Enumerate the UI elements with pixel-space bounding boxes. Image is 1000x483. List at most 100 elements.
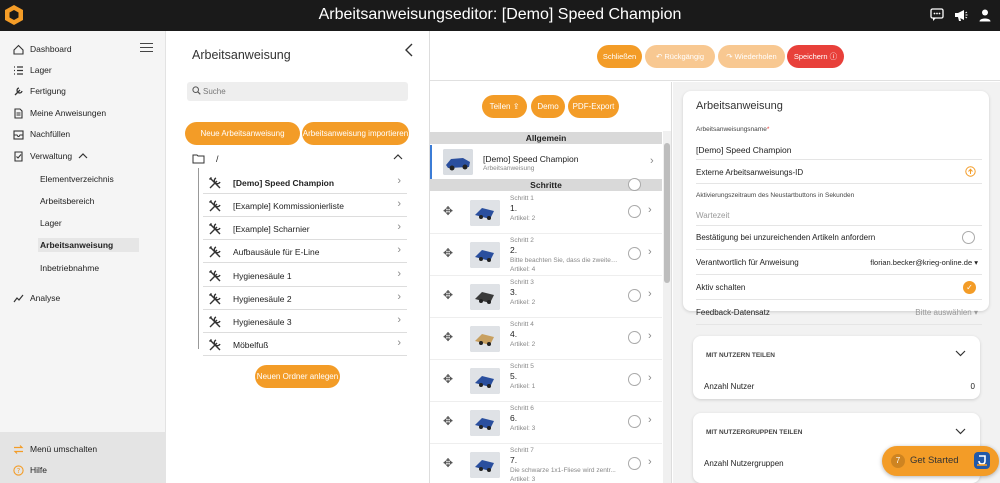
chevron-down-icon[interactable] bbox=[955, 428, 966, 437]
step-row[interactable]: ✥ Schritt 5 5. Artikel: 1 › bbox=[430, 360, 662, 402]
drag-handle-icon[interactable]: ✥ bbox=[443, 288, 453, 302]
drag-handle-icon[interactable]: ✥ bbox=[443, 414, 453, 428]
tree-item[interactable]: Hygienesäule 2 › bbox=[203, 287, 407, 310]
responsible-row[interactable]: Verantwortlich für Anweisung florian.bec… bbox=[696, 250, 982, 275]
sidebar-subitem-lager[interactable]: Lager bbox=[38, 216, 64, 230]
sidebar-item-analyse[interactable]: Analyse bbox=[12, 291, 60, 305]
sidebar-item-label: Lager bbox=[30, 65, 52, 75]
users-count-value: 0 bbox=[970, 382, 975, 391]
step-row[interactable]: ✥ Schritt 6 6. Artikel: 3 › bbox=[430, 402, 662, 444]
help-button[interactable]: ? Hilfe bbox=[12, 463, 47, 477]
step-row[interactable]: ✥ Schritt 7 7. Die schwarze 1x1-Fliese wird… bbox=[430, 444, 662, 483]
drag-handle-icon[interactable]: ✥ bbox=[443, 330, 453, 344]
switch-menu-button[interactable]: Menü umschalten bbox=[12, 442, 97, 456]
tree-item[interactable]: [Demo] Speed Champion › bbox=[203, 171, 407, 194]
import-instruction-button[interactable]: Arbeitsanweisung importieren bbox=[302, 122, 409, 145]
chevron-left-icon[interactable] bbox=[404, 43, 413, 62]
wrench-icon bbox=[12, 85, 24, 97]
undo-button[interactable]: ↶ Rückgängig bbox=[645, 45, 715, 68]
step-select-radio[interactable] bbox=[628, 373, 641, 386]
tree-item[interactable]: [Example] Scharnier › bbox=[203, 217, 407, 240]
demo-button[interactable]: Demo bbox=[531, 95, 565, 118]
external-id-row[interactable]: Externe Arbeitsanweisungs-ID bbox=[696, 162, 982, 184]
step-select-radio[interactable] bbox=[628, 331, 641, 344]
assistant-logo-icon bbox=[974, 452, 990, 469]
step-select-radio[interactable] bbox=[628, 457, 641, 470]
caret-down-icon: ▾ bbox=[974, 258, 978, 267]
upload-icon[interactable] bbox=[965, 166, 976, 179]
sidebar-item-lager[interactable]: Lager bbox=[12, 63, 52, 77]
sidebar-subitem-elementverzeichnis[interactable]: Elementverzeichnis bbox=[38, 172, 116, 186]
select-all-radio[interactable] bbox=[628, 178, 641, 191]
get-started-button[interactable]: 7 Get Started bbox=[882, 446, 999, 476]
megaphone-icon[interactable] bbox=[954, 8, 968, 22]
save-button[interactable]: Speichern ⓘ bbox=[787, 45, 844, 68]
sidebar-item-dashboard[interactable]: Dashboard bbox=[12, 42, 72, 56]
chat-icon[interactable] bbox=[930, 8, 944, 22]
chevron-up-icon[interactable] bbox=[393, 153, 403, 162]
tree-item-label: [Demo] Speed Champion bbox=[233, 178, 335, 188]
tree-item[interactable]: Hygienesäule 1 › bbox=[203, 264, 407, 287]
drag-handle-icon[interactable]: ✥ bbox=[443, 204, 453, 218]
active-checkbox[interactable]: ✓ bbox=[963, 281, 976, 294]
tree-item[interactable]: [Example] Kommissionierliste › bbox=[203, 194, 407, 217]
feedback-select[interactable]: Bitte auswählen ▾ bbox=[915, 308, 978, 317]
step-article-count: Artikel: 3 bbox=[510, 425, 536, 432]
chevron-up-icon[interactable] bbox=[78, 151, 88, 161]
step-row[interactable]: ✥ Schritt 3 3. Artikel: 2 › bbox=[430, 276, 662, 318]
step-row[interactable]: ✥ Schritt 2 2. Bitte beachten Sie, dass die… bbox=[430, 234, 662, 276]
pdf-export-button[interactable]: PDF-Export bbox=[568, 95, 619, 118]
sidebar-item-fertigung[interactable]: Fertigung bbox=[12, 84, 66, 98]
step-row[interactable]: ✥ Schritt 4 4. Artikel: 2 › bbox=[430, 318, 662, 360]
step-select-radio[interactable] bbox=[628, 289, 641, 302]
drag-handle-icon[interactable]: ✥ bbox=[443, 372, 453, 386]
feedback-row[interactable]: Feedback-Datensatz Bitte auswählen ▾ bbox=[696, 300, 982, 325]
folder-label: / bbox=[216, 154, 219, 164]
step-select-radio[interactable] bbox=[628, 205, 641, 218]
search-input[interactable]: Suche bbox=[187, 82, 408, 101]
user-icon[interactable] bbox=[978, 8, 992, 22]
step-thumbnail bbox=[470, 200, 500, 226]
share-button[interactable]: Teilen ⇪ bbox=[482, 95, 527, 118]
step-description: Bitte beachten Sie, dass die zweite ... bbox=[510, 257, 618, 264]
new-folder-button[interactable]: Neuen Ordner anlegen bbox=[255, 365, 340, 388]
responsible-select[interactable]: florian.becker@krieg-online.de ▾ bbox=[870, 258, 978, 267]
tree-item[interactable]: Aufbausäule für E-Line › bbox=[203, 240, 407, 263]
hamburger-menu-icon[interactable] bbox=[140, 43, 153, 52]
step-row[interactable]: ✥ Schritt 1 1. Artikel: 2 › bbox=[430, 192, 662, 234]
activation-field[interactable]: Aktivierungszeitraum des Neustartbuttons… bbox=[696, 186, 982, 226]
tools-icon bbox=[208, 292, 222, 306]
folder-row[interactable]: / bbox=[190, 151, 408, 167]
confirm-checkbox[interactable] bbox=[962, 231, 975, 244]
active-row[interactable]: Aktiv schalten ✓ bbox=[696, 275, 982, 300]
confirm-row[interactable]: Bestätigung bei unzureichenden Artikeln … bbox=[696, 226, 982, 250]
chevron-down-icon[interactable] bbox=[955, 350, 966, 359]
step-select-radio[interactable] bbox=[628, 415, 641, 428]
sidebar-subitem-arbeitsbereich[interactable]: Arbeitsbereich bbox=[38, 194, 96, 208]
tree-item[interactable]: Hygienesäule 3 › bbox=[203, 310, 407, 333]
sidebar-subitem-arbeitsanweisung[interactable]: Arbeitsanweisung bbox=[38, 238, 139, 252]
sidebar-item-meine-anweisungen[interactable]: Meine Anweisungen bbox=[12, 106, 106, 120]
drag-handle-icon[interactable]: ✥ bbox=[443, 246, 453, 260]
tree-item-label: Hygienesäule 1 bbox=[233, 271, 292, 281]
scrollbar-thumb[interactable] bbox=[664, 143, 670, 283]
sidebar-item-verwaltung[interactable]: Verwaltung bbox=[12, 149, 88, 163]
tree-item[interactable]: Möbelfuß › bbox=[203, 333, 407, 356]
redo-button[interactable]: ↷ Wiederholen bbox=[718, 45, 785, 68]
step-thumbnail bbox=[470, 242, 500, 268]
step-thumbnail bbox=[470, 452, 500, 478]
close-button[interactable]: Schließen bbox=[597, 45, 642, 68]
sidebar-item-nachfuellen[interactable]: Nachfüllen bbox=[12, 127, 70, 141]
steps-scrollbar[interactable] bbox=[663, 131, 671, 483]
details-panel: Arbeitsanweisung Arbeitsanweisungsname* … bbox=[673, 82, 1000, 483]
name-value: [Demo] Speed Champion bbox=[696, 145, 792, 155]
name-field[interactable]: Arbeitsanweisungsname* [Demo] Speed Cham… bbox=[696, 122, 982, 160]
general-row[interactable]: [Demo] Speed Champion Arbeitsanweisung › bbox=[430, 145, 662, 179]
step-caption: Schritt 6 bbox=[510, 405, 534, 412]
sidebar-subitem-inbetriebnahme[interactable]: Inbetriebnahme bbox=[38, 261, 101, 275]
alert-icon: ⓘ bbox=[827, 52, 838, 61]
drag-handle-icon[interactable]: ✥ bbox=[443, 456, 453, 470]
step-select-radio[interactable] bbox=[628, 247, 641, 260]
tools-icon bbox=[208, 176, 222, 190]
create-instruction-button[interactable]: Neue Arbeitsanweisung erstellen bbox=[185, 122, 300, 161]
